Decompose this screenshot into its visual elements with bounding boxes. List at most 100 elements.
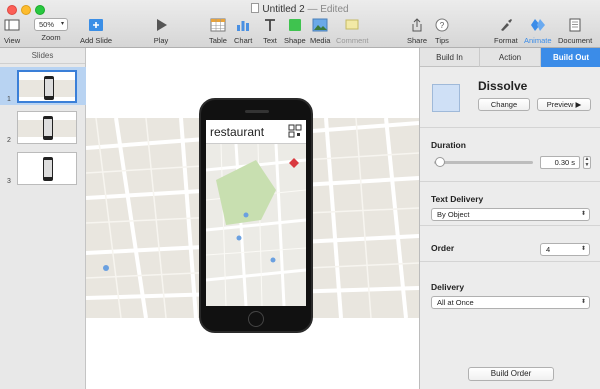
tab-build-in[interactable]: Build In xyxy=(420,48,480,67)
tips-button[interactable]: ? Tips xyxy=(434,18,450,45)
effect-section: Dissolve Change Preview ▶ xyxy=(420,67,600,128)
document-inspector-icon xyxy=(569,18,581,32)
slide-thumbnail-row[interactable]: 3 xyxy=(0,149,86,187)
animate-button[interactable]: Animate xyxy=(524,18,552,45)
thumbnail-phone-image xyxy=(44,76,54,100)
shape-button[interactable]: Shape xyxy=(284,18,306,45)
chevron-updown-icon: ⬍ xyxy=(580,246,586,252)
chart-button[interactable]: Chart xyxy=(234,18,252,45)
slide-number: 2 xyxy=(7,137,11,144)
phone-speaker xyxy=(245,110,269,113)
duration-label: Duration xyxy=(431,140,466,150)
view-button[interactable]: View xyxy=(4,18,20,45)
share-button[interactable]: Share xyxy=(407,18,427,45)
play-button[interactable]: Play xyxy=(153,18,169,45)
document-button[interactable]: Document xyxy=(558,18,592,45)
zoom-value: 50% xyxy=(39,20,55,29)
duration-field[interactable]: 0.30 s xyxy=(540,156,580,169)
duration-slider-track[interactable] xyxy=(434,161,533,164)
document-name[interactable]: Untitled 2 xyxy=(262,4,304,15)
slide-navigator: Slides 1 2 3 xyxy=(0,48,86,389)
share-label: Share xyxy=(407,36,428,45)
view-label: View xyxy=(4,36,21,45)
duration-section: Duration 0.30 s ▲ ▼ xyxy=(420,128,600,182)
chart-label: Chart xyxy=(234,36,253,45)
zoom-control[interactable]: 50% ▾ Zoom xyxy=(34,18,68,42)
slide-number: 3 xyxy=(7,178,11,185)
zoom-label: Zoom xyxy=(41,33,61,42)
delivery-label: Delivery xyxy=(431,282,465,292)
order-label: Order xyxy=(431,243,455,253)
text-icon xyxy=(265,19,275,31)
slide-thumbnail-row[interactable]: 1 xyxy=(0,67,86,105)
duration-stepper[interactable]: ▲ ▼ xyxy=(583,156,591,169)
help-icon: ? xyxy=(435,18,449,32)
effect-preview-swatch xyxy=(432,84,460,112)
thumbnail-phone-image xyxy=(43,157,53,181)
phone-mockup-image[interactable]: restaurant xyxy=(199,98,313,333)
build-order-button[interactable]: Build Order xyxy=(468,367,554,381)
add-slide-label: Add Slide xyxy=(80,36,113,45)
tips-label: Tips xyxy=(435,36,449,45)
add-slide-icon xyxy=(89,19,104,31)
order-section: Order 4 ⬍ xyxy=(420,226,600,262)
text-button[interactable]: Text xyxy=(262,18,278,45)
slide-thumbnail[interactable] xyxy=(17,152,77,185)
delivery-value: All at Once xyxy=(437,298,474,307)
phone-search-text: restaurant xyxy=(210,125,265,139)
animate-inspector: Build In Action Build Out Dissolve Chang… xyxy=(419,48,600,389)
chevron-down-icon: ▾ xyxy=(60,21,64,27)
play-icon xyxy=(157,19,167,31)
preview-button[interactable]: Preview ▶ xyxy=(537,98,591,111)
order-select[interactable]: 4 ⬍ xyxy=(540,243,590,256)
table-label: Table xyxy=(209,36,227,45)
format-label: Format xyxy=(494,36,518,45)
phone-map-image xyxy=(206,120,306,306)
thumbnail-phone-image xyxy=(43,116,53,140)
text-delivery-select[interactable]: By Object ⬍ xyxy=(431,208,590,221)
tab-build-out[interactable]: Build Out xyxy=(541,48,600,67)
text-delivery-value: By Object xyxy=(437,210,470,219)
slide-thumbnail[interactable] xyxy=(17,111,77,144)
slide-canvas[interactable]: restaurant xyxy=(86,48,419,389)
paintbrush-icon xyxy=(500,19,512,31)
edited-status: — Edited xyxy=(307,4,349,15)
slide-thumbnail[interactable] xyxy=(17,70,77,103)
format-button[interactable]: Format xyxy=(494,18,518,45)
phone-home-button xyxy=(248,311,264,327)
zoom-select[interactable]: 50% ▾ xyxy=(34,18,68,31)
build-tabs: Build In Action Build Out xyxy=(420,48,600,67)
chevron-updown-icon: ⬍ xyxy=(580,211,586,217)
share-icon xyxy=(412,18,422,32)
table-button[interactable]: Table xyxy=(209,18,227,45)
tab-action[interactable]: Action xyxy=(480,48,541,67)
shape-label: Shape xyxy=(284,36,306,45)
media-label: Media xyxy=(310,36,331,45)
effect-name: Dissolve xyxy=(478,79,528,93)
text-label: Text xyxy=(263,36,277,45)
comment-label: Comment xyxy=(336,36,369,45)
table-icon xyxy=(210,18,226,32)
slide-number: 1 xyxy=(7,96,11,103)
navigator-header: Slides xyxy=(0,48,85,64)
comment-button[interactable]: Comment xyxy=(336,18,369,45)
duration-slider-knob[interactable] xyxy=(435,157,445,167)
document-label: Document xyxy=(558,36,593,45)
comment-icon xyxy=(345,19,359,30)
change-effect-button[interactable]: Change xyxy=(478,98,530,111)
document-icon xyxy=(251,3,260,13)
text-delivery-label: Text Delivery xyxy=(431,194,484,204)
slide-thumbnail-row[interactable]: 2 xyxy=(0,108,86,146)
phone-screen: restaurant xyxy=(206,120,306,306)
order-value: 4 xyxy=(546,245,551,254)
delivery-select[interactable]: All at Once ⬍ xyxy=(431,296,590,309)
media-button[interactable]: Media xyxy=(310,18,330,45)
qr-code-icon xyxy=(288,124,302,138)
window-toolbar: Untitled 2 — Edited View 50% ▾ Zoom Add S… xyxy=(0,0,600,48)
svg-text:?: ? xyxy=(440,21,445,30)
text-delivery-section: Text Delivery By Object ⬍ xyxy=(420,182,600,226)
view-icon xyxy=(4,19,20,31)
animate-icon xyxy=(530,19,545,31)
shape-icon xyxy=(288,19,301,31)
add-slide-button[interactable]: Add Slide xyxy=(80,18,112,45)
